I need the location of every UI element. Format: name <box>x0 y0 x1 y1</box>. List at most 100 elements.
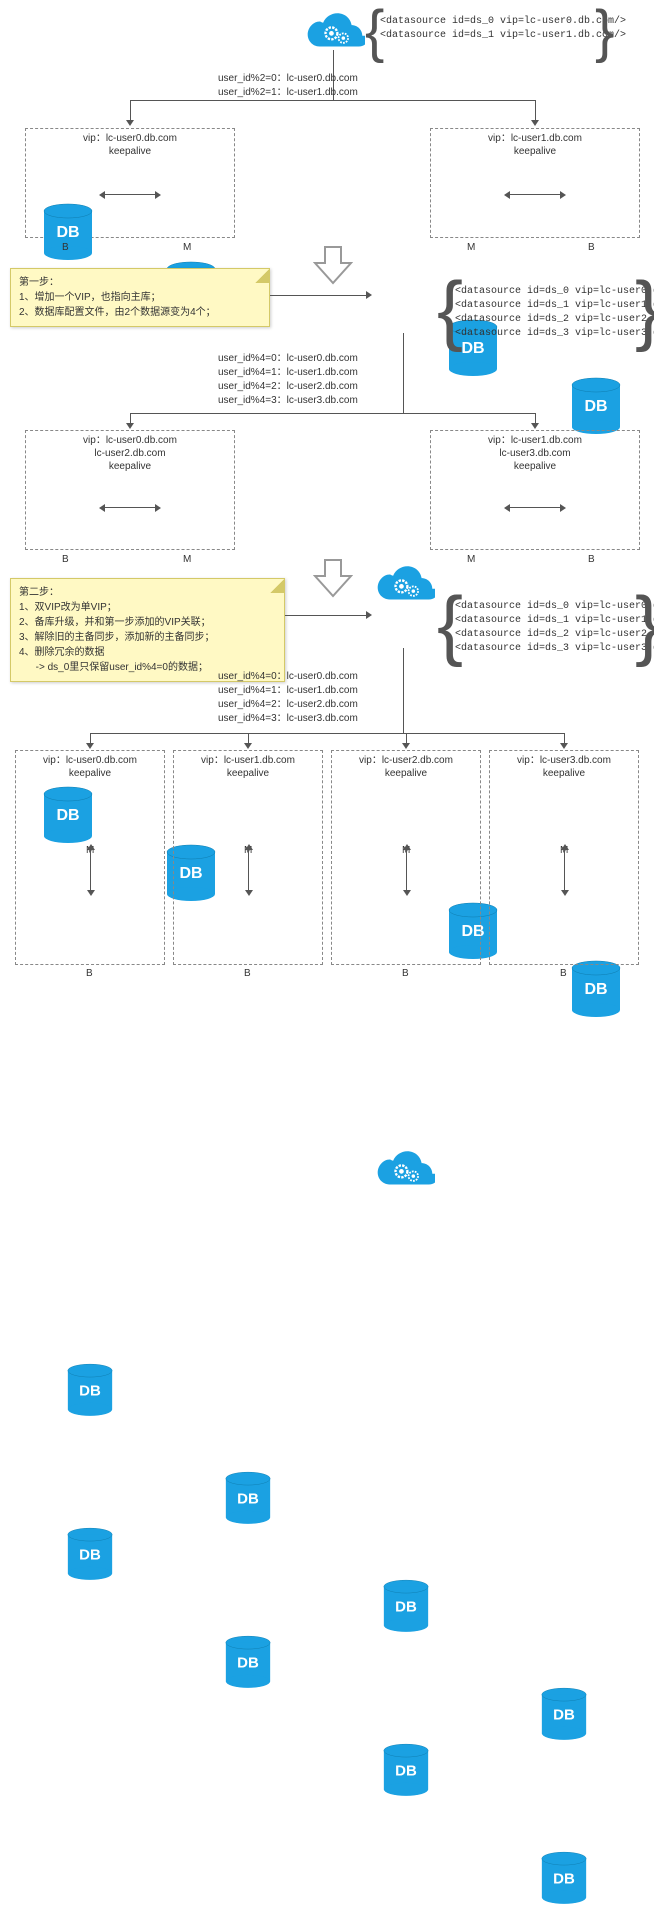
vip-label: vip：lc-user0.db.com <box>16 754 164 767</box>
group-label: vip：lc-user2.db.com keepalive <box>332 751 480 780</box>
routing-line: user_id%4=2：lc-user2.db.com <box>218 698 358 712</box>
vip-label: lc-user2.db.com <box>26 447 234 460</box>
routing-line: user_id%2=0：lc-user0.db.com <box>218 72 358 86</box>
db-text: DB <box>237 1654 259 1671</box>
connector-line <box>285 615 368 616</box>
vip-label: vip：lc-user3.db.com <box>490 754 638 767</box>
sync-arrow-icon <box>248 850 249 890</box>
b-label: B <box>62 242 69 253</box>
note-box-step1: 第一步： 1、增加一个VIP，也指向主库； 2、数据库配置文件，由2个数据源变为… <box>10 268 270 327</box>
brace-right-icon: } <box>635 585 654 663</box>
datasource-list: <datasource id=ds_0 vip=lc-user0.db.com/… <box>455 600 654 656</box>
db-group-left: vip：lc-user0.db.com lc-user2.db.com keep… <box>25 430 235 550</box>
connector-line <box>403 648 404 733</box>
ds-line: <datasource id=ds_1 vip=lc-user1.db.com/… <box>455 299 654 313</box>
b-label: B <box>86 968 93 979</box>
keepalive-label: keepalive <box>26 145 234 158</box>
group-label: vip：lc-user3.db.com keepalive <box>490 751 638 780</box>
vip-label: vip：lc-user0.db.com <box>26 434 234 447</box>
db-text: DB <box>584 398 607 416</box>
db-icon: DB <box>382 1743 430 1797</box>
note-line: 4、删除冗余的数据 <box>19 645 276 660</box>
db-group-right: vip：lc-user1.db.com lc-user3.db.com keep… <box>430 430 640 550</box>
connector-line <box>535 100 536 122</box>
connector-line <box>130 100 536 101</box>
b-label: B <box>560 968 567 979</box>
vip-label: vip：lc-user1.db.com <box>174 754 322 767</box>
routing-rules: user_id%2=0：lc-user0.db.com user_id%2=1：… <box>218 72 358 100</box>
b-label: B <box>588 554 595 565</box>
ds-line: <datasource id=ds_0 vip=lc-user0.db.com/… <box>455 600 654 614</box>
note-line: 2、数据库配置文件，由2个数据源变为4个； <box>19 305 261 320</box>
db-text: DB <box>553 1870 575 1887</box>
db-icon: DB <box>66 1527 114 1581</box>
group-label: vip：lc-user1.db.com lc-user3.db.com keep… <box>431 431 639 473</box>
db-icon: DB <box>224 1635 272 1689</box>
note-box-step2: 第二步： 1、双VIP改为单VIP； 2、备库升级，并和第一步添加的VIP关联；… <box>10 578 285 682</box>
db-icon: DB <box>540 1851 588 1905</box>
keepalive-label: keepalive <box>174 767 322 780</box>
cloud-icon <box>375 1150 435 1188</box>
sync-arrow-icon <box>510 194 560 195</box>
vip-label: vip：lc-user1.db.com <box>431 132 639 145</box>
arrowhead-right-icon <box>366 611 372 619</box>
group-label: vip：lc-user0.db.com keepalive <box>16 751 164 780</box>
db-icon: DB <box>570 377 622 435</box>
cloud-icon <box>375 565 435 603</box>
sync-arrow-icon <box>105 507 155 508</box>
db-text: DB <box>584 981 607 999</box>
arrowhead-down-icon <box>402 743 410 749</box>
m-label: M <box>467 554 475 565</box>
vip-label: vip：lc-user0.db.com <box>26 132 234 145</box>
b-label: B <box>402 968 409 979</box>
ds-line: <datasource id=ds_2 vip=lc-user2.db.com/… <box>455 313 654 327</box>
keepalive-label: keepalive <box>490 767 638 780</box>
brace-right-icon: } <box>595 3 614 61</box>
db-text: DB <box>553 1706 575 1723</box>
routing-line: user_id%4=1：lc-user1.db.com <box>218 366 358 380</box>
db-icon: DB <box>570 960 622 1018</box>
db-text: DB <box>237 1490 259 1507</box>
note-line: 2、备库升级，并和第一步添加的VIP关联； <box>19 615 276 630</box>
cloud-icon <box>305 12 365 50</box>
routing-line: user_id%4=2：lc-user2.db.com <box>218 380 358 394</box>
db-group-right: vip：lc-user1.db.com keepalive <box>430 128 640 238</box>
arrowhead-down-icon <box>126 120 134 126</box>
routing-line: user_id%4=0：lc-user0.db.com <box>218 670 358 684</box>
connector-line <box>130 413 536 414</box>
db-text: DB <box>395 1598 417 1615</box>
ds-line: <datasource id=ds_1 vip=lc-user1.db.com/… <box>380 29 626 43</box>
note-title: 第一步： <box>19 275 261 290</box>
arrowhead-down-icon <box>126 423 134 429</box>
note-title: 第二步： <box>19 585 276 600</box>
group-label: vip：lc-user1.db.com keepalive <box>174 751 322 780</box>
routing-line: user_id%2=1：lc-user1.db.com <box>218 86 358 100</box>
ds-line: <datasource id=ds_2 vip=lc-user2.db.com/… <box>455 628 654 642</box>
db-icon: DB <box>66 1363 114 1417</box>
big-arrow-down-icon <box>313 245 353 285</box>
routing-line: user_id%4=3：lc-user3.db.com <box>218 394 358 408</box>
routing-line: user_id%4=0：lc-user0.db.com <box>218 352 358 366</box>
db-icon: DB <box>224 1471 272 1525</box>
keepalive-label: keepalive <box>26 460 234 473</box>
note-line: 3、解除旧的主备同步，添加新的主备同步； <box>19 630 276 645</box>
group-label: vip：lc-user0.db.com lc-user2.db.com keep… <box>26 431 234 473</box>
db-icon: DB <box>540 1687 588 1741</box>
sync-arrow-icon <box>105 194 155 195</box>
b-label: B <box>588 242 595 253</box>
db-text: DB <box>79 1382 101 1399</box>
group-label: vip：lc-user1.db.com keepalive <box>431 129 639 158</box>
connector-line <box>270 295 368 296</box>
datasource-list: <datasource id=ds_0 vip=lc-user0.db.com/… <box>380 15 626 43</box>
b-label: B <box>62 554 69 565</box>
sync-arrow-icon <box>90 850 91 890</box>
vip-label: vip：lc-user1.db.com <box>431 434 639 447</box>
m-label: M <box>183 554 191 565</box>
m-label: M <box>467 242 475 253</box>
keepalive-label: keepalive <box>431 145 639 158</box>
routing-rules: user_id%4=0：lc-user0.db.com user_id%4=1：… <box>218 352 358 408</box>
datasource-list: <datasource id=ds_0 vip=lc-user0.db.com/… <box>455 285 654 341</box>
vip-label: lc-user3.db.com <box>431 447 639 460</box>
routing-rules: user_id%4=0：lc-user0.db.com user_id%4=1：… <box>218 670 358 726</box>
m-label: M <box>183 242 191 253</box>
